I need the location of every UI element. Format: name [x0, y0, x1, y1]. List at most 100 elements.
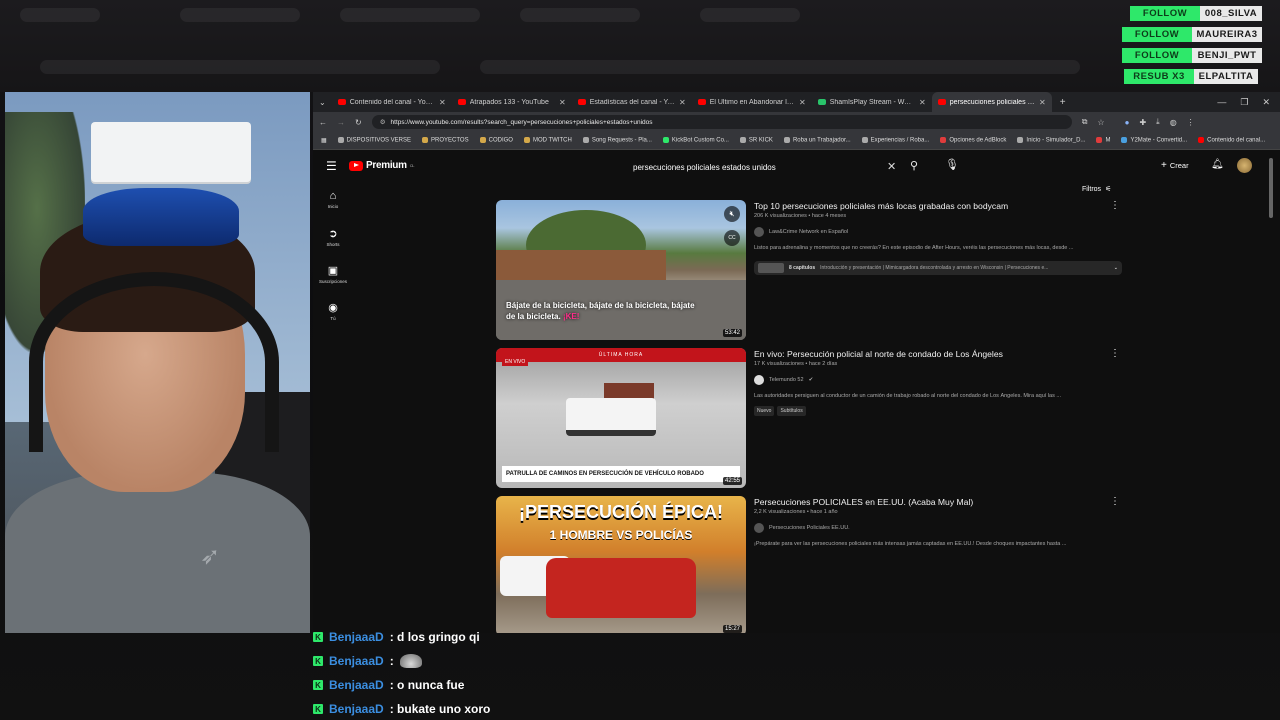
sidebar-item-subscriptions[interactable]: ▣ Suscripciones: [313, 264, 353, 284]
microphone-icon[interactable]: 🎙︎: [945, 158, 959, 171]
mute-icon[interactable]: 🔇︎: [724, 206, 740, 222]
bookmark-item[interactable]: PROYECTOS: [422, 137, 469, 144]
sidebar-item-you[interactable]: ◉ Tú: [313, 301, 353, 321]
forward-icon[interactable]: →: [337, 118, 345, 127]
avatar[interactable]: [1237, 158, 1252, 173]
video-title[interactable]: Persecuciones POLICIALES en EE.UU. (Acab…: [754, 496, 1124, 508]
blur-shape: [700, 8, 800, 22]
video-title[interactable]: En vivo: Persecución policial al norte d…: [754, 348, 1124, 360]
puzzle-icon[interactable]: ✚: [1139, 118, 1146, 127]
new-tab-button[interactable]: +: [1052, 97, 1074, 108]
close-icon[interactable]: ✕: [559, 98, 566, 107]
bookmark-item[interactable]: Contenido del canal...: [1198, 137, 1265, 144]
close-window-icon[interactable]: ✕: [1262, 97, 1270, 108]
alert-tag: FOLLOW: [1122, 27, 1192, 42]
close-icon[interactable]: ✕: [439, 98, 446, 107]
chat-text: : o nunca fue: [389, 678, 465, 692]
close-icon[interactable]: ✕: [919, 98, 926, 107]
video-title[interactable]: Top 10 persecuciones policiales más loca…: [754, 200, 1124, 212]
search-result[interactable]: ÚLTIMA HORA EN VIVO PATRULLA DE CAMINOS …: [496, 348, 1120, 488]
filters-button[interactable]: Filtros ⚟: [1082, 185, 1111, 194]
sidebar-item-shorts[interactable]: ➲ Shorts: [313, 227, 353, 247]
close-icon[interactable]: ✕: [1039, 98, 1046, 107]
bookmark-item[interactable]: Y2Mate - Convertid...: [1121, 137, 1187, 144]
chat-username: BenjaaaD: [329, 678, 384, 692]
more-options-icon[interactable]: ⋮: [1110, 200, 1120, 211]
chapters-row[interactable]: 8 capítulos Introducción y presentación |…: [754, 261, 1122, 275]
search-result[interactable]: ¡PERSECUCIÓN ÉPICA! 1 HOMBRE VS POLICÍAS…: [496, 496, 1120, 633]
extension-icon[interactable]: ●: [1125, 118, 1130, 127]
install-icon[interactable]: ⧉: [1082, 117, 1088, 127]
browser-window: ⌄ Contenido del canal - YouTube ✕ Atrapad…: [313, 92, 1280, 633]
maximize-icon[interactable]: ❐: [1240, 97, 1248, 108]
scrollbar[interactable]: [1269, 158, 1273, 218]
blur-shape: [40, 60, 440, 74]
bookmark-item[interactable]: MOD TWITCH: [523, 137, 572, 144]
chevron-down-icon[interactable]: ⌄: [1114, 265, 1118, 271]
you-icon: ◉: [328, 302, 338, 314]
create-button[interactable]: + Crear: [1161, 160, 1189, 171]
badge-subtitles: Subtítulos: [777, 406, 806, 416]
close-icon[interactable]: ✕: [679, 98, 686, 107]
tab[interactable]: Estadísticas del canal - YouTube ✕: [572, 92, 692, 112]
search-result[interactable]: Bájate de la bicicleta, bájate de la bic…: [496, 200, 1122, 340]
video-stats: 2,2 K visualizaciones • hace 1 año: [754, 509, 838, 515]
video-meta: Top 10 persecuciones policiales más loca…: [754, 200, 1124, 275]
channel-link[interactable]: Law&Crime Network en Español: [754, 227, 1124, 237]
bookmark-item[interactable]: Experiencias / Roba...: [861, 137, 929, 144]
channel-link[interactable]: Telemundo 52 ✔: [754, 375, 1124, 385]
alert-name: MAUREIRA3: [1192, 27, 1262, 42]
video-badges: Nuevo Subtítulos: [754, 406, 1124, 416]
video-duration: 15:27: [722, 625, 742, 633]
tab[interactable]: Atrapados 133 - YouTube ✕: [452, 92, 572, 112]
filters-label: Filtros: [1082, 185, 1102, 193]
back-icon[interactable]: ←: [319, 118, 327, 127]
kick-icon: K: [313, 680, 323, 690]
more-options-icon[interactable]: ⋮: [1110, 496, 1120, 507]
hamburger-menu-icon[interactable]: ☰: [326, 159, 337, 173]
notifications-bell-icon[interactable]: 🔔︎: [1211, 159, 1224, 170]
tab-list-icon[interactable]: ⌄: [313, 98, 332, 107]
bookmark-item[interactable]: Opciones de AdBlock: [940, 137, 1006, 144]
profile-icon[interactable]: ◍: [1170, 118, 1177, 127]
chat-message: K BenjaaaD: bukate uno xoro: [313, 699, 490, 719]
close-icon[interactable]: ✕: [799, 98, 806, 107]
tab-active[interactable]: persecuciones policiales estad... ✕: [931, 92, 1052, 112]
bookmark-item[interactable]: M: [1096, 137, 1110, 144]
channel-avatar: [754, 227, 764, 237]
star-icon[interactable]: ☆: [1097, 118, 1104, 127]
clear-search-icon[interactable]: ✕: [887, 160, 896, 173]
video-thumbnail[interactable]: Bájate de la bicicleta, bájate de la bic…: [496, 200, 746, 340]
bookmark-item[interactable]: Inicio - Simulador_D...: [1017, 137, 1085, 144]
reload-icon[interactable]: ↻: [355, 118, 362, 127]
video-meta: En vivo: Persecución policial al norte d…: [754, 348, 1124, 416]
bookmark-item[interactable]: Song Requests - Pla...: [582, 137, 652, 144]
sidebar-item-home[interactable]: ⌂ Inicio: [313, 190, 353, 209]
search-input[interactable]: persecuciones policiales estados unidos …: [633, 158, 901, 176]
minimize-icon[interactable]: —: [1217, 97, 1226, 108]
tab[interactable]: ShamIsPlay Stream - Watch Li... ✕: [812, 92, 932, 112]
bookmark-item[interactable]: SR KICK: [739, 137, 773, 144]
bookmark-item[interactable]: DISPOSITIVOS VERSE: [337, 137, 411, 144]
bookmark-item[interactable]: KickBot Custom Co...: [662, 137, 729, 144]
download-icon[interactable]: ⤓: [1156, 117, 1160, 127]
captions-icon[interactable]: CC: [724, 230, 740, 246]
bookmark-item[interactable]: CODIGO: [479, 137, 513, 144]
video-thumbnail[interactable]: ÚLTIMA HORA EN VIVO PATRULLA DE CAMINOS …: [496, 348, 746, 488]
tab[interactable]: El Último en Abandonar la Tie... ✕: [692, 92, 812, 112]
search-icon[interactable]: ⚲: [910, 159, 918, 172]
alert-item: FOLLOW BENJI_PWT: [1122, 48, 1262, 63]
url-field[interactable]: ⚙ https://www.youtube.com/results?search_…: [371, 115, 1072, 129]
more-options-icon[interactable]: ⋮: [1110, 348, 1120, 359]
tab[interactable]: Contenido del canal - YouTube ✕: [332, 92, 452, 112]
site-info-icon[interactable]: ⚙: [380, 118, 386, 126]
bookmark-item[interactable]: Roba un Trabajador...: [783, 137, 851, 144]
channel-link[interactable]: Persecuciones Policiales EE.UU.: [754, 523, 1124, 533]
video-description: Las autoridades persiguen al conductor d…: [754, 393, 1061, 399]
video-thumbnail[interactable]: ¡PERSECUCIÓN ÉPICA! 1 HOMBRE VS POLICÍAS…: [496, 496, 746, 633]
stream-layout: FOLLOW 008_SILVA FOLLOW MAUREIRA3 FOLLOW…: [0, 0, 1280, 720]
apps-icon[interactable]: ▦: [321, 137, 327, 144]
youtube-icon: [457, 99, 466, 105]
menu-icon[interactable]: ⋮: [1187, 118, 1195, 127]
youtube-logo[interactable]: Premium CL: [349, 160, 414, 171]
